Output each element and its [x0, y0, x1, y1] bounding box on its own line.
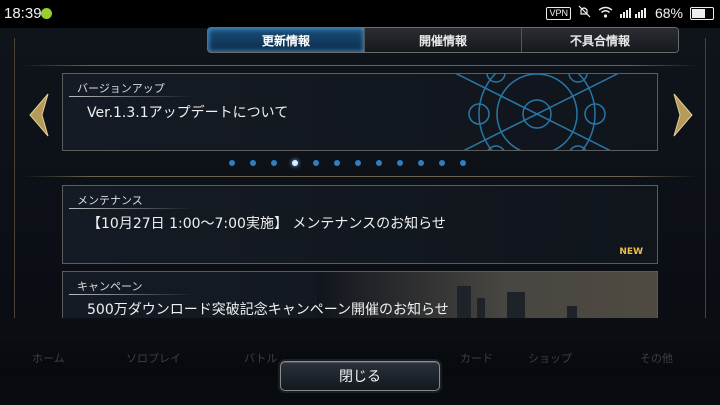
status-bar: 18:39 VPN 68%	[0, 0, 720, 28]
carousel-dot[interactable]	[313, 160, 319, 166]
status-time: 18:39	[4, 5, 42, 22]
carousel-dot[interactable]	[355, 160, 361, 166]
magic-circle-icon	[455, 74, 619, 150]
nav-card: カード	[460, 352, 493, 365]
divider	[22, 65, 698, 66]
close-button[interactable]: 閉じる	[280, 361, 440, 391]
notification-icon	[41, 8, 52, 19]
vpn-icon: VPN	[546, 6, 571, 20]
new-badge: NEW	[619, 247, 643, 257]
nav-home: ホーム	[32, 352, 65, 365]
battery-percent: 68%	[654, 5, 683, 21]
carousel-indicator	[229, 160, 466, 166]
status-icons: VPN 68%	[546, 5, 714, 21]
card-category: バージョンアップ	[77, 82, 165, 95]
tab-bar: 更新情報 開催情報 不具合情報	[207, 27, 679, 53]
category-underline	[69, 208, 193, 209]
carousel-dot[interactable]	[334, 160, 340, 166]
carousel-dot[interactable]	[229, 160, 235, 166]
featured-banner[interactable]: バージョンアップ Ver.1.3.1アップデートについて	[62, 73, 658, 151]
mute-icon	[578, 5, 591, 21]
carousel-dot[interactable]	[397, 160, 403, 166]
carousel-dot[interactable]	[418, 160, 424, 166]
carousel-prev-arrow-icon[interactable]	[26, 92, 50, 138]
carousel-dot[interactable]	[439, 160, 445, 166]
wifi-icon	[598, 5, 613, 21]
carousel-dot[interactable]	[271, 160, 277, 166]
nav-battle: バトル	[244, 352, 278, 365]
carousel-next-arrow-icon[interactable]	[672, 92, 696, 138]
news-item[interactable]: メンテナンス 【10月27日 1:00〜7:00実施】 メンテナンスのお知らせ …	[62, 185, 658, 264]
carousel-dot[interactable]	[376, 160, 382, 166]
carousel-dot[interactable]	[292, 160, 298, 166]
card-category: キャンペーン	[77, 280, 143, 293]
card-title: 【10月27日 1:00〜7:00実施】 メンテナンスのお知らせ	[87, 216, 446, 232]
divider	[22, 176, 698, 177]
tab-bug-info[interactable]: 不具合情報	[522, 28, 678, 52]
category-underline	[69, 96, 193, 97]
nav-other: その他	[640, 352, 673, 365]
nav-solo: ソロプレイ	[126, 352, 181, 365]
card-category: メンテナンス	[77, 194, 143, 207]
carousel-dot[interactable]	[250, 160, 256, 166]
nav-shop: ショップ	[528, 352, 572, 365]
tab-update-info[interactable]: 更新情報	[208, 28, 365, 52]
tab-event-info[interactable]: 開催情報	[365, 28, 522, 52]
carousel-dot[interactable]	[460, 160, 466, 166]
card-title: Ver.1.3.1アップデートについて	[87, 105, 289, 121]
category-underline	[69, 294, 193, 295]
signal-icon	[619, 5, 648, 21]
battery-icon	[690, 6, 714, 20]
card-title: 500万ダウンロード突破記念キャンペーン開催のお知らせ	[87, 302, 449, 318]
